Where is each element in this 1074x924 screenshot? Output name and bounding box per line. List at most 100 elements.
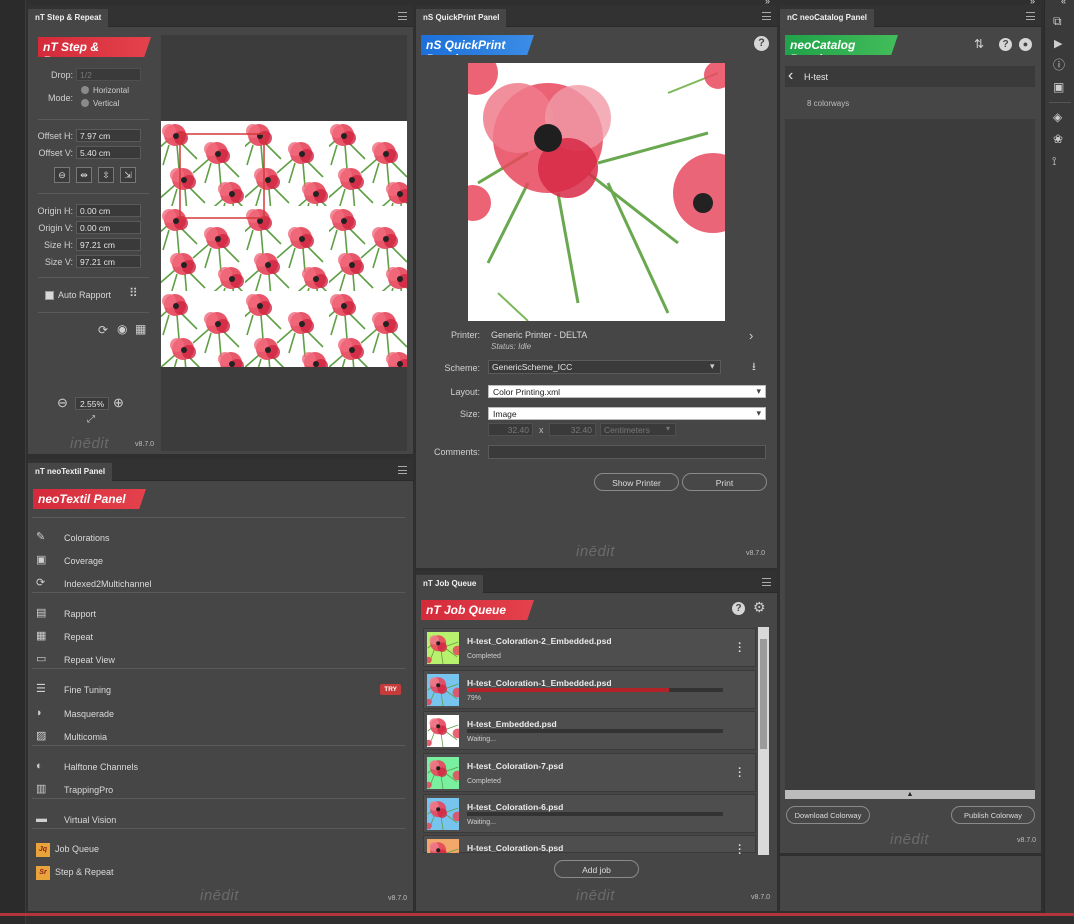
coverage-icon: ▣ xyxy=(36,554,47,566)
step-repeat-panel: nT Step & Repeat nT Step & Repeat Drop: … xyxy=(28,5,413,454)
menu-item-label: Indexed2Multichannel xyxy=(64,579,152,589)
job-scrollbar[interactable] xyxy=(758,627,769,855)
drop-field[interactable]: 1/2 xyxy=(76,68,141,81)
publish-colorway-button[interactable]: Publish Colorway xyxy=(951,806,1035,824)
job-status: Completed xyxy=(467,778,501,785)
offset-h-field[interactable]: 7.97 cm xyxy=(76,129,141,142)
panel-menu-icon[interactable] xyxy=(762,578,771,586)
fit-screen-icon[interactable]: ⤢ xyxy=(87,414,95,426)
job-row[interactable]: H-test_Coloration-6.psd Waiting... xyxy=(423,794,756,833)
size-h-field[interactable]: 97.21 cm xyxy=(76,238,141,251)
panel-menu-icon[interactable] xyxy=(1026,12,1035,20)
job-more-icon[interactable]: · · · xyxy=(738,841,742,860)
collapse-bar[interactable]: ▲ xyxy=(785,790,1035,799)
menu-item-label: Multicomia xyxy=(64,732,108,742)
zoom-in-icon[interactable]: ⊕ xyxy=(113,396,124,409)
offset-h-label: Offset H: xyxy=(37,131,73,141)
help-icon[interactable]: ? xyxy=(732,602,745,615)
job-row[interactable]: H-test_Coloration-2_Embedded.psd Complete… xyxy=(423,628,756,667)
back-arrow-icon[interactable]: ‹ xyxy=(788,66,793,86)
download-colorway-button[interactable]: Download Colorway xyxy=(786,806,870,824)
menu-item-halftone-channels[interactable]: ◐ Halftone Channels xyxy=(36,760,401,778)
align-center-icon[interactable]: ⊖ xyxy=(54,167,70,183)
menu-item-coverage[interactable]: ▣ Coverage xyxy=(36,554,401,572)
shift-down-icon[interactable]: ⇳ xyxy=(98,167,114,183)
layers-icon[interactable]: ◈ xyxy=(1053,111,1062,123)
target-icon[interactable]: ◉ xyxy=(117,323,127,335)
menu-item-job-queue[interactable]: Jq Job Queue xyxy=(36,842,401,860)
paths-icon[interactable]: ⟟ xyxy=(1052,155,1056,167)
grid-view-icon[interactable]: ▦ xyxy=(135,323,146,335)
settings-gear-icon[interactable]: ⚙ xyxy=(753,600,766,614)
rapport-icon: ▤ xyxy=(36,607,47,619)
width-field[interactable]: 32.40 xyxy=(488,423,533,436)
channels-icon[interactable]: ❀ xyxy=(1053,133,1063,145)
panel-menu-icon[interactable] xyxy=(398,12,407,20)
add-job-button[interactable]: Add job xyxy=(554,860,639,878)
size-v-field[interactable]: 97.21 cm xyxy=(76,255,141,268)
help-icon[interactable]: ? xyxy=(754,36,769,51)
tab-catalog[interactable]: nC neoCatalog Panel xyxy=(780,9,875,27)
sort-arrows-icon[interactable]: ⇅ xyxy=(974,38,984,50)
collapse-left-icon[interactable]: » xyxy=(1030,0,1035,6)
breadcrumb-bar[interactable]: ‹ H-test xyxy=(785,66,1035,87)
collapse-right-icon[interactable]: « xyxy=(1061,0,1066,6)
tab-jobqueue[interactable]: nT Job Queue xyxy=(416,575,484,593)
menu-item-step-repeat[interactable]: Sr Step & Repeat xyxy=(36,865,401,883)
menu-item-masquerade[interactable]: ◗ Masquerade xyxy=(36,707,401,725)
job-row[interactable]: H-test_Coloration-5.psd · · · xyxy=(423,835,756,860)
radio-vertical[interactable] xyxy=(81,99,89,107)
pointer-grid-icon[interactable]: ⠿ xyxy=(129,287,138,299)
refresh-icon[interactable]: ⟳ xyxy=(98,324,108,336)
job-thumbnail xyxy=(427,715,459,747)
job-more-icon[interactable]: · · · xyxy=(738,639,742,658)
menu-item-label: Rapport xyxy=(64,609,97,619)
history-icon[interactable]: ⧉ xyxy=(1053,15,1062,27)
auto-rapport-checkbox[interactable] xyxy=(45,291,54,300)
user-icon[interactable]: ● xyxy=(1019,38,1032,51)
menu-item-rapport[interactable]: ▤ Rapport xyxy=(36,607,401,625)
job-row[interactable]: H-test_Coloration-1_Embedded.psd 79% xyxy=(423,670,756,709)
shift-diagonal-icon[interactable]: ⇲ xyxy=(120,167,136,183)
tab-step-repeat[interactable]: nT Step & Repeat xyxy=(28,9,109,27)
job-name: H-test_Coloration-6.psd xyxy=(467,802,564,812)
job-name: H-test_Coloration-2_Embedded.psd xyxy=(467,636,612,646)
menu-item-colorations[interactable]: ✎ Colorations xyxy=(36,531,401,549)
zoom-out-icon[interactable]: ⊖ xyxy=(57,396,68,409)
size-select[interactable]: Image xyxy=(488,407,766,420)
radio-horizontal[interactable] xyxy=(81,86,89,94)
tab-quickprint[interactable]: nS QuickPrint Panel xyxy=(416,9,507,27)
preview-canvas[interactable] xyxy=(161,35,407,451)
origin-h-field[interactable]: 0.00 cm xyxy=(76,204,141,217)
height-field[interactable]: 32.40 xyxy=(549,423,596,436)
menu-divider xyxy=(32,592,405,593)
shift-left-icon[interactable]: ⇹ xyxy=(76,167,92,183)
info-icon[interactable]: ⓘ xyxy=(1053,59,1065,71)
offset-v-field[interactable]: 5.40 cm xyxy=(76,146,141,159)
download-icon[interactable]: ⭳ xyxy=(752,361,756,373)
offset-v-label: Offset V: xyxy=(38,148,73,158)
job-row[interactable]: H-test_Embedded.psd Waiting... xyxy=(423,711,756,750)
origin-v-field[interactable]: 0.00 cm xyxy=(76,221,141,234)
zoom-field[interactable]: 2.55% xyxy=(75,397,109,410)
print-button[interactable]: Print xyxy=(682,473,767,491)
play-icon[interactable]: ▶ xyxy=(1054,38,1062,50)
scroll-thumb[interactable] xyxy=(760,639,767,749)
unit-select[interactable]: Centimeters xyxy=(600,423,676,436)
menu-item-fine-tuning[interactable]: ☰ Fine Tuning TRY xyxy=(36,683,401,701)
job-more-icon[interactable]: · · · xyxy=(738,764,742,783)
show-printer-button[interactable]: Show Printer xyxy=(594,473,679,491)
tool-divider xyxy=(1049,102,1071,103)
sync-icon: ⟳ xyxy=(36,577,46,589)
scheme-select[interactable]: GenericScheme_ICC xyxy=(488,360,721,374)
comments-input[interactable] xyxy=(488,445,766,459)
panel-menu-icon[interactable] xyxy=(762,12,771,20)
collapse-left-icon[interactable]: » xyxy=(765,0,770,6)
properties-icon[interactable]: ▣ xyxy=(1053,81,1064,93)
layout-select[interactable]: Color Printing.xml xyxy=(488,385,766,398)
chevron-right-icon[interactable]: › xyxy=(749,329,753,342)
version-label: v8.7.0 xyxy=(135,441,155,448)
menu-item-repeat[interactable]: ▦ Repeat xyxy=(36,630,401,648)
help-icon[interactable]: ? xyxy=(999,38,1012,51)
job-row[interactable]: H-test_Coloration-7.psd Completed · · · xyxy=(423,753,756,792)
